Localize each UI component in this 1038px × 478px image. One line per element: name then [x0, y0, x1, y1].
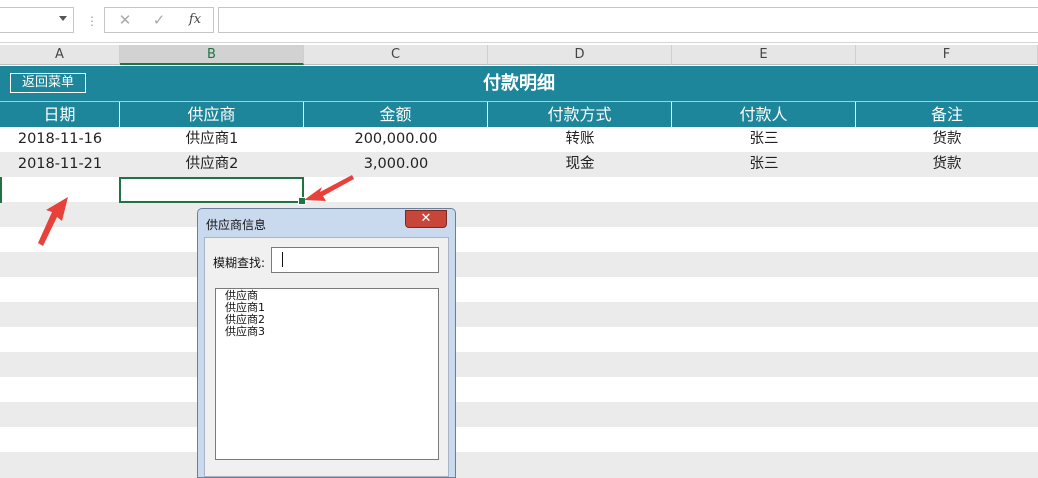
annotation-arrows — [38, 175, 354, 246]
close-icon[interactable]: ✕ — [405, 210, 447, 228]
list-item[interactable]: 供应商3 — [225, 326, 265, 337]
supplier-list[interactable]: 供应商 供应商1 供应商2 供应商3 — [215, 288, 439, 460]
text-cursor — [282, 252, 283, 267]
fuzzy-search-input[interactable] — [271, 247, 439, 273]
supplier-info-dialog: 供应商信息 ✕ 模糊查找: 供应商 供应商1 供应商2 供应商3 — [197, 208, 456, 478]
annotation-arrow-icon — [38, 197, 68, 246]
list-item[interactable]: 供应商 — [225, 290, 258, 301]
annotation-arrow-icon — [304, 175, 354, 201]
list-item[interactable]: 供应商1 — [225, 302, 265, 313]
dialog-body: 模糊查找: 供应商 供应商1 供应商2 供应商3 — [204, 237, 449, 477]
fuzzy-search-label: 模糊查找: — [213, 256, 266, 270]
list-item[interactable]: 供应商2 — [225, 314, 265, 325]
dialog-title: 供应商信息 — [206, 218, 267, 232]
